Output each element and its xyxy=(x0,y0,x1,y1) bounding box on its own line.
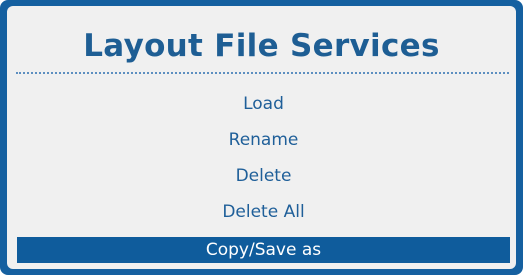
menu-item-load[interactable]: Load xyxy=(17,86,510,122)
menu-item-rename[interactable]: Rename xyxy=(17,122,510,158)
title-divider xyxy=(16,72,509,74)
dialog-frame: Layout File Services Load Rename Delete … xyxy=(0,0,523,275)
layout-file-services-panel: Layout File Services Load Rename Delete … xyxy=(7,6,516,269)
menu-item-copy-save-as[interactable]: Copy/Save as xyxy=(17,237,510,263)
dialog-title: Layout File Services xyxy=(83,28,440,64)
file-services-menu: Load Rename Delete Delete All Copy/Save … xyxy=(17,86,510,263)
menu-item-delete-all[interactable]: Delete All xyxy=(17,194,510,230)
menu-item-delete[interactable]: Delete xyxy=(17,158,510,194)
